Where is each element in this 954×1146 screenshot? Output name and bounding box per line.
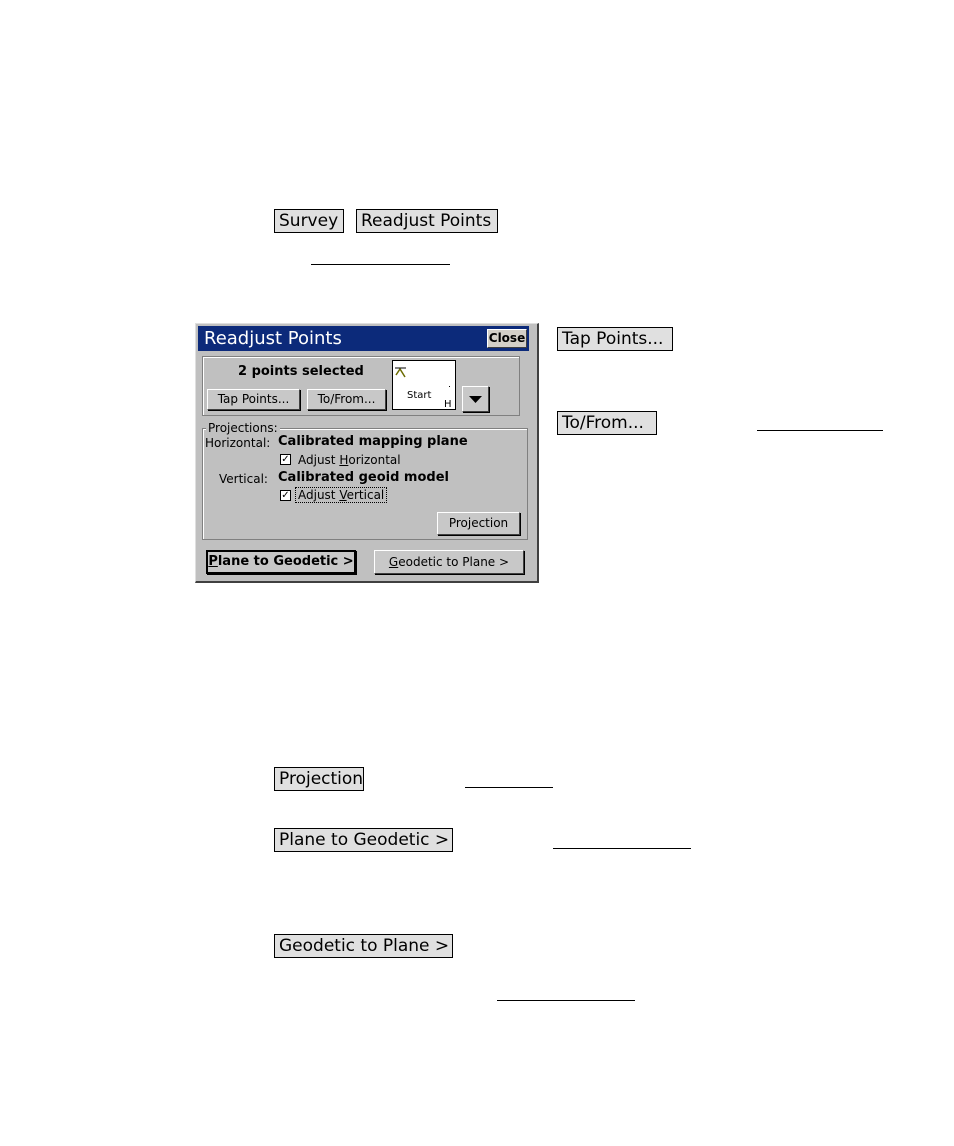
map-h-label: H xyxy=(444,399,452,410)
geodetic-to-plane-label: eodetic to Plane > xyxy=(398,555,510,569)
tap-points-button[interactable]: Tap Points... xyxy=(207,389,300,410)
map-preview: Start H xyxy=(392,360,456,410)
map-start-label: Start xyxy=(407,390,432,401)
adjust-vertical-label[interactable]: Adjust Vertical xyxy=(294,487,388,503)
to-from-button[interactable]: To/From... xyxy=(307,389,386,410)
doc-plane-to-geodetic-button[interactable]: Plane to Geodetic > xyxy=(274,828,453,852)
adjust-vertical-accesskey: V xyxy=(339,488,347,502)
vertical-value: Calibrated geoid model xyxy=(278,470,449,485)
doc-to-from-button[interactable]: To/From... xyxy=(557,411,657,435)
readjust-points-dialog: Readjust Points Close 2 points selected … xyxy=(195,323,539,583)
adjust-horizontal-checkbox[interactable]: ✓ xyxy=(280,454,291,465)
adjust-horizontal-accesskey: H xyxy=(339,453,349,467)
plane-to-geodetic-button[interactable]: Plane to Geodetic > xyxy=(206,550,356,574)
horizontal-label: Horizontal: xyxy=(205,436,271,450)
vertical-label: Vertical: xyxy=(219,472,268,486)
survey-button[interactable]: Survey xyxy=(274,209,344,233)
link-underline xyxy=(465,787,553,788)
link-underline xyxy=(497,1000,635,1001)
projections-group-label: Projections: xyxy=(206,421,280,435)
doc-geodetic-to-plane-button[interactable]: Geodetic to Plane > xyxy=(274,934,453,958)
adjust-horizontal-text: Adjust xyxy=(298,453,340,467)
plane-to-geodetic-accesskey: P xyxy=(208,554,218,569)
adjust-vertical-text: Adjust xyxy=(298,488,340,502)
doc-tap-points-button[interactable]: Tap Points... xyxy=(557,327,673,351)
chevron-down-icon xyxy=(469,396,482,403)
dialog-title: Readjust Points xyxy=(204,328,342,349)
adjust-horizontal-label[interactable]: Adjust Horizontal xyxy=(298,453,401,467)
dropdown-arrow-button[interactable] xyxy=(462,386,489,412)
dialog-titlebar: Readjust Points Close xyxy=(198,326,529,351)
projection-button[interactable]: Projection xyxy=(437,512,520,535)
geodetic-to-plane-button[interactable]: Geodetic to Plane > xyxy=(374,550,524,574)
adjust-vertical-checkbox[interactable]: ✓ xyxy=(280,490,291,501)
plane-to-geodetic-label: lane to Geodetic > xyxy=(217,554,354,569)
link-underline xyxy=(553,848,691,849)
horizontal-value: Calibrated mapping plane xyxy=(278,434,468,449)
link-underline xyxy=(311,264,450,265)
geodetic-to-plane-accesskey: G xyxy=(388,555,399,569)
readjust-points-button[interactable]: Readjust Points xyxy=(356,209,498,233)
close-button[interactable]: Close xyxy=(487,329,527,348)
link-underline xyxy=(757,430,883,431)
doc-projection-button[interactable]: Projection xyxy=(274,767,364,791)
adjust-horizontal-text-rest: orizontal xyxy=(348,453,401,467)
adjust-vertical-text-rest: ertical xyxy=(346,488,385,502)
selection-count: 2 points selected xyxy=(238,364,364,379)
